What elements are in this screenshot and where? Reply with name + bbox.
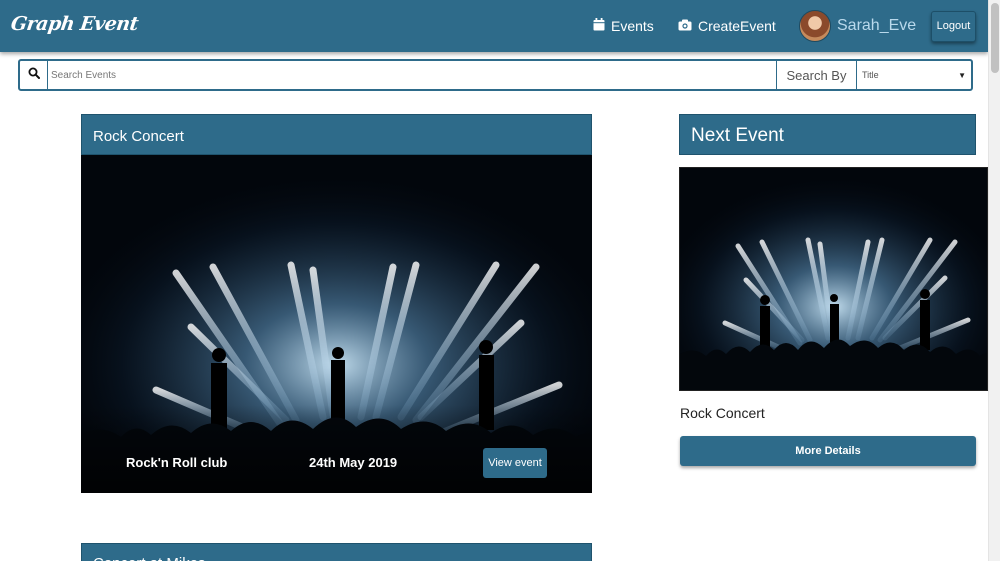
search-by-selected-value: Title bbox=[862, 70, 879, 80]
more-details-button[interactable]: More Details bbox=[680, 436, 976, 466]
search-icon bbox=[28, 66, 40, 84]
view-event-button[interactable]: View event bbox=[483, 448, 547, 478]
logout-button[interactable]: Logout bbox=[931, 11, 976, 42]
brand-logo[interactable]: Graph Event bbox=[9, 13, 139, 35]
search-input[interactable] bbox=[48, 61, 776, 89]
page: Graph Event Events CreateEvent Sarah_Eve… bbox=[0, 0, 1000, 561]
search-bar: Search By Title ▼ bbox=[18, 59, 973, 91]
search-by-select[interactable]: Title ▼ bbox=[857, 61, 971, 89]
nav-events-label: Events bbox=[611, 18, 654, 34]
page-scrollbar[interactable] bbox=[988, 0, 1000, 561]
navbar: Graph Event Events CreateEvent Sarah_Eve… bbox=[0, 0, 988, 52]
nav-events-link[interactable]: Events bbox=[593, 18, 654, 34]
event-card-footer: Rock'n Roll club 24th May 2019 View even… bbox=[81, 445, 592, 493]
camera-icon bbox=[678, 18, 692, 34]
event-card-title: Rock Concert bbox=[81, 114, 592, 155]
next-event-image[interactable] bbox=[679, 167, 988, 391]
nav-create-event-link[interactable]: CreateEvent bbox=[678, 18, 776, 34]
chevron-down-icon: ▼ bbox=[958, 70, 966, 80]
event-card-title: Concert at Mikes bbox=[81, 543, 592, 561]
event-date: 24th May 2019 bbox=[309, 455, 398, 470]
event-card: Rock Concert Rock'n Roll club 24th May 2… bbox=[81, 114, 592, 493]
user-avatar[interactable] bbox=[799, 10, 831, 42]
search-button[interactable] bbox=[20, 61, 48, 89]
nav-create-event-label: CreateEvent bbox=[698, 18, 776, 34]
next-event-title: Rock Concert bbox=[680, 405, 765, 421]
scrollbar-thumb[interactable] bbox=[991, 3, 999, 73]
next-event-heading: Next Event bbox=[679, 114, 976, 155]
username[interactable]: Sarah_Eve bbox=[837, 17, 916, 35]
search-by-label: Search By bbox=[776, 61, 857, 89]
calendar-icon bbox=[593, 18, 605, 34]
event-image[interactable]: Rock'n Roll club 24th May 2019 View even… bbox=[81, 155, 592, 493]
event-venue: Rock'n Roll club bbox=[126, 455, 228, 470]
